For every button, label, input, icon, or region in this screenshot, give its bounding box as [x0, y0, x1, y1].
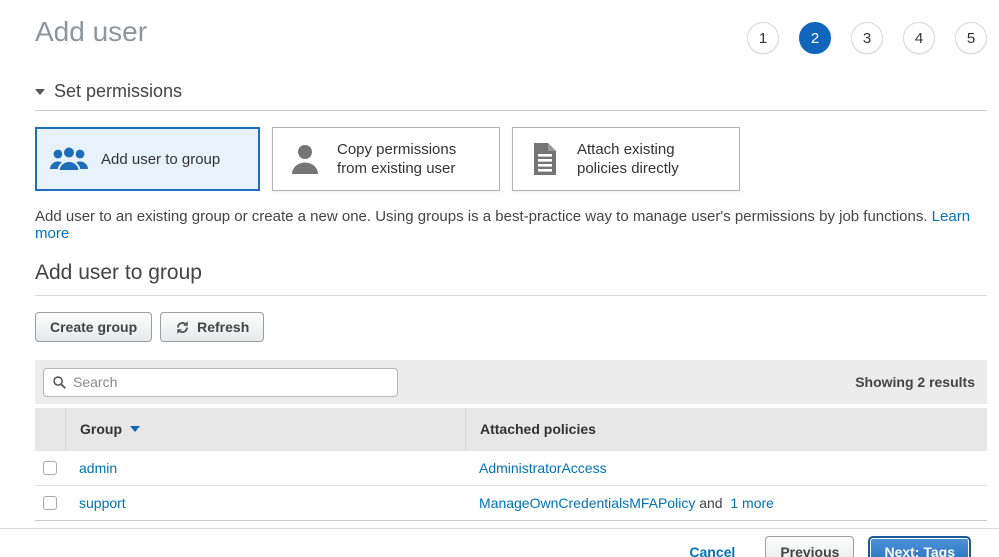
group-description: Add user to an existing group or create …	[35, 208, 987, 242]
row-checkbox[interactable]	[43, 461, 57, 475]
column-header-group[interactable]: Group	[65, 408, 465, 450]
page-title: Add user	[35, 16, 147, 48]
previous-button[interactable]: Previous	[765, 536, 854, 557]
step-4: 4	[903, 22, 935, 54]
next-tags-label: Next: Tags	[884, 544, 955, 557]
results-count: Showing 2 results	[855, 374, 975, 390]
option-add-user-to-group[interactable]: Add user to group	[35, 127, 260, 191]
row-checkbox[interactable]	[43, 496, 57, 510]
step-2-active: 2	[799, 22, 831, 54]
policies-cell: AdministratorAccess	[465, 460, 987, 476]
checkbox-cell	[35, 496, 65, 510]
option-label: Copy permissions from existing user	[337, 140, 487, 178]
refresh-icon	[175, 320, 190, 335]
page-header: Add user 1 2 3 4 5	[0, 0, 999, 54]
permission-option-cards: Add user to group Copy permissions from …	[35, 127, 987, 191]
option-copy-permissions[interactable]: Copy permissions from existing user	[272, 127, 500, 191]
table-row-admin: admin AdministratorAccess	[35, 450, 987, 485]
previous-label: Previous	[780, 544, 839, 557]
description-text: Add user to an existing group or create …	[35, 208, 932, 225]
option-label: Add user to group	[101, 150, 220, 169]
header-checkbox-cell	[35, 408, 65, 450]
more-policies-link[interactable]: 1 more	[730, 495, 774, 511]
table-row-support: support ManageOwnCredentialsMFAPolicy an…	[35, 485, 987, 520]
create-group-label: Create group	[50, 319, 137, 335]
user-icon	[285, 142, 325, 176]
table-toolbar: Showing 2 results	[35, 360, 987, 404]
policy-link[interactable]: AdministratorAccess	[479, 460, 607, 476]
next-tags-button[interactable]: Next: Tags	[868, 536, 971, 557]
option-label: Attach existing policies directly	[577, 140, 727, 178]
table-bottom-border	[35, 520, 987, 521]
policy-link[interactable]: ManageOwnCredentialsMFAPolicy	[479, 495, 695, 511]
table-header: Group Attached policies	[35, 408, 987, 450]
groups-table: Showing 2 results Group Attached policie…	[35, 360, 987, 521]
sort-descending-icon	[130, 426, 140, 432]
policies-column-label: Attached policies	[480, 421, 596, 437]
group-link[interactable]: support	[79, 495, 126, 511]
set-permissions-toggle[interactable]: Set permissions	[35, 81, 987, 102]
search-input[interactable]	[73, 374, 389, 390]
option-attach-policies[interactable]: Attach existing policies directly	[512, 127, 740, 191]
search-box[interactable]	[43, 368, 398, 397]
refresh-label: Refresh	[197, 319, 249, 335]
document-icon	[525, 142, 565, 176]
policies-cell: ManageOwnCredentialsMFAPolicy and 1 more	[465, 495, 987, 511]
search-icon	[52, 375, 67, 390]
group-cell: support	[65, 495, 465, 511]
add-user-to-group-heading: Add user to group	[35, 261, 987, 285]
wizard-footer: Cancel Previous Next: Tags	[0, 529, 999, 557]
cancel-button[interactable]: Cancel	[689, 544, 735, 557]
step-3: 3	[851, 22, 883, 54]
step-indicator: 1 2 3 4 5	[747, 22, 987, 54]
checkbox-cell	[35, 461, 65, 475]
step-1: 1	[747, 22, 779, 54]
chevron-down-icon	[35, 89, 45, 95]
set-permissions-title: Set permissions	[54, 81, 182, 102]
divider	[35, 295, 987, 296]
step-5: 5	[955, 22, 987, 54]
divider	[35, 110, 987, 111]
column-header-attached-policies: Attached policies	[465, 408, 987, 450]
user-group-icon	[49, 143, 89, 175]
create-group-button[interactable]: Create group	[35, 312, 152, 342]
policy-joiner: and	[695, 495, 726, 511]
group-cell: admin	[65, 460, 465, 476]
group-actions: Create group Refresh	[35, 312, 987, 342]
group-column-label: Group	[80, 421, 122, 437]
refresh-button[interactable]: Refresh	[160, 312, 264, 342]
group-link[interactable]: admin	[79, 460, 117, 476]
